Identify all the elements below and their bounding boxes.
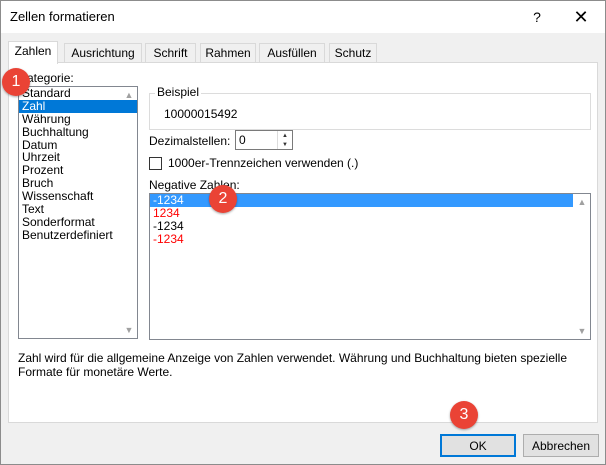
category-item-benutzerdefiniert[interactable]: Benutzerdefiniert [19,228,137,242]
negative-numbers-list[interactable]: -1234 1234 -1234 -1234 ▲ ▼ [149,193,591,340]
scroll-up-icon[interactable]: ▲ [122,88,136,102]
category-item-sonderformat[interactable]: Sonderformat [19,215,137,229]
decimal-places-input[interactable]: 0 [239,133,246,147]
category-item-buchhaltung[interactable]: Buchhaltung [19,125,137,139]
ok-button[interactable]: OK [440,434,516,457]
decrement-icon[interactable]: ▼ [278,140,292,149]
tab-ausrichtung[interactable]: Ausrichtung [64,43,142,63]
category-description: Zahl wird für die allgemeine Anzeige von… [18,351,568,379]
increment-icon[interactable]: ▲ [278,131,292,140]
category-item-text[interactable]: Text [19,203,137,216]
help-icon[interactable]: ? [515,1,559,33]
scroll-up-icon[interactable]: ▲ [575,195,589,209]
step-marker-3: 3 [450,401,478,429]
decimal-places-stepper[interactable]: 0 ▲ ▼ [235,130,293,150]
close-icon[interactable]: ✕ [559,1,603,33]
step-marker-2: 2 [209,185,237,213]
tab-zahlen[interactable]: Zahlen [8,41,58,64]
category-item-standard[interactable]: Standard [19,87,137,100]
sample-group: 10000015492 [149,93,591,130]
tab-panel-zahlen: Kategorie: Standard Zahl Währung Buchhal… [8,62,598,423]
negative-format-item[interactable]: -1234 [150,220,573,233]
decimal-places-label: Dezimalstellen: [149,134,231,148]
tab-schutz[interactable]: Schutz [329,43,377,63]
sample-label: Beispiel [155,85,202,99]
scroll-down-icon[interactable]: ▼ [122,323,136,337]
format-cells-dialog: Zellen formatieren ? ✕ Zahlen Ausrichtun… [0,0,606,465]
tab-ausfuellen[interactable]: Ausfüllen [259,43,325,63]
thousands-separator-option[interactable]: 1000er-Trennzeichen verwenden (.) [149,156,358,170]
scroll-down-icon[interactable]: ▼ [575,324,589,338]
category-item-waehrung[interactable]: Währung [19,112,137,126]
thousands-separator-label: 1000er-Trennzeichen verwenden (.) [168,156,359,170]
category-list[interactable]: Standard Zahl Währung Buchhaltung Datum … [18,86,138,339]
tab-schrift[interactable]: Schrift [145,43,196,63]
title-bar: Zellen formatieren ? ✕ [1,1,605,33]
cancel-button[interactable]: Abbrechen [523,434,599,457]
tab-rahmen[interactable]: Rahmen [200,43,256,63]
dialog-title: Zellen formatieren [10,9,115,24]
negative-format-item[interactable]: -1234 [150,233,573,246]
category-item-zahl[interactable]: Zahl [19,99,137,113]
sample-value: 10000015492 [164,107,238,121]
step-marker-1: 1 [2,68,30,96]
thousands-separator-checkbox[interactable] [149,156,162,170]
